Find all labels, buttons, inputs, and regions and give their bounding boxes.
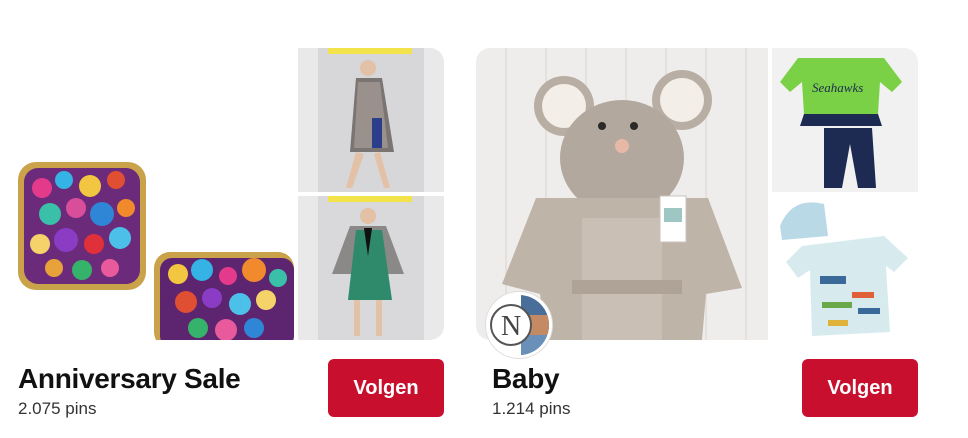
board-card-baby[interactable]: N Seahawks Baby 1.214 pins Volgen [476,48,918,438]
board-title[interactable]: Anniversary Sale [18,363,241,395]
svg-text:Seahawks: Seahawks [812,80,863,95]
board-collage[interactable]: N Seahawks [476,48,918,358]
map-print-onesie-and-hat-image[interactable] [772,196,918,340]
follow-button[interactable]: Volgen [328,359,444,417]
board-title[interactable]: Baby [492,363,560,395]
board-card-anniversary-sale[interactable]: Anniversary Sale 2.075 pins Volgen [2,48,444,438]
svg-text:N: N [501,311,521,342]
board-owner-avatar[interactable]: N [486,292,552,358]
glitter-earrings-image[interactable] [2,48,294,340]
woman-green-dress-cardigan-image[interactable] [298,196,444,340]
board-collage[interactable] [2,48,444,340]
board-pin-count: 1.214 pins [492,399,571,418]
seahawks-baby-outfit-image[interactable]: Seahawks [772,48,918,192]
woman-plaid-coat-image[interactable] [298,48,444,192]
follow-button[interactable]: Volgen [802,359,918,417]
board-pin-count: 2.075 pins [18,399,97,418]
